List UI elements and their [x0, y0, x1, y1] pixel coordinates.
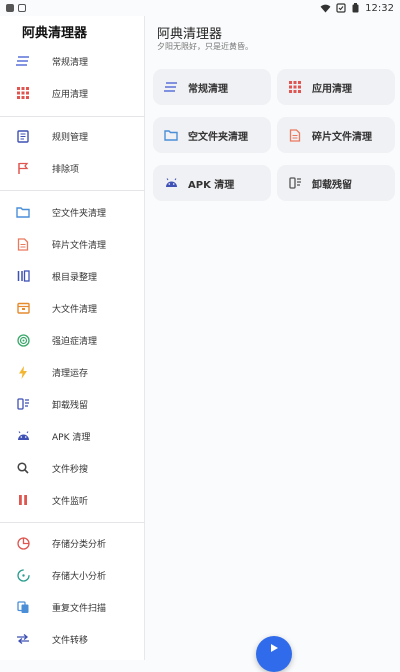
divider	[0, 116, 145, 117]
card-apk-clean[interactable]: APK 清理	[153, 165, 271, 201]
sidebar-item-label: 存储分类分析	[52, 539, 107, 550]
card-fragment-file-clean[interactable]: 碎片文件清理	[277, 117, 395, 153]
sidebar-item-label: 碎片文件清理	[52, 240, 107, 251]
bolt-icon	[16, 365, 30, 379]
flag-icon	[16, 161, 30, 175]
sidebar-item-storage-category-analysis[interactable]: 存储分类分析	[0, 528, 145, 558]
sidebar-item-large-file-clean[interactable]: 大文件清理	[0, 293, 145, 323]
lines-icon	[164, 80, 178, 94]
folder-icon	[164, 128, 178, 142]
card-regular-clean[interactable]: 常规清理	[153, 69, 271, 105]
sidebar-item-file-search[interactable]: 文件秒搜	[0, 453, 145, 483]
sidebar-item-file-monitor[interactable]: 文件监听	[0, 485, 145, 515]
copy-icon	[16, 600, 30, 614]
sidebar-item-uninstall-residue[interactable]: 卸载残留	[0, 389, 145, 419]
sidebar-item-regular-clean[interactable]: 常规清理	[0, 46, 145, 76]
uninstall-icon	[288, 176, 302, 190]
status-bar: 12:32	[0, 0, 400, 16]
columns-icon	[16, 269, 30, 283]
card-label: 碎片文件清理	[312, 131, 372, 143]
sidebar-item-ocd-clean[interactable]: 强迫症清理	[0, 325, 145, 355]
sidebar-item-rule-management[interactable]: 规则管理	[0, 121, 145, 151]
card-label: 卸载残留	[312, 179, 352, 191]
sidebar-item-label: 卸载残留	[52, 400, 89, 411]
pause-icon	[16, 493, 30, 507]
app-title: 阿典清理器	[22, 26, 88, 41]
sidebar-item-empty-folder-clean[interactable]: 空文件夹清理	[0, 197, 145, 227]
notification-icon	[6, 4, 14, 12]
start-fab-button[interactable]	[256, 636, 292, 672]
sidebar-item-label: 存储大小分析	[52, 571, 107, 582]
sidebar-item-label: 根目录整理	[52, 272, 98, 283]
lines-icon	[16, 54, 30, 68]
navigation-drawer: 阿典清理器 常规清理 应用清理 规则管理 排除项 空文件夹清理 碎片文件清理 根…	[0, 16, 145, 660]
card-label: 空文件夹清理	[188, 131, 248, 143]
document-icon	[288, 128, 302, 142]
wifi-icon	[320, 4, 331, 13]
sidebar-item-apk-clean[interactable]: APK 清理	[0, 421, 145, 451]
android-icon	[164, 176, 178, 190]
sidebar-item-label: APK 清理	[52, 432, 91, 443]
sidebar-item-file-transfer[interactable]: 文件转移	[0, 624, 145, 654]
sidebar-item-label: 空文件夹清理	[52, 208, 107, 219]
card-label: APK 清理	[188, 179, 235, 191]
sidebar-item-label: 重复文件扫描	[52, 603, 107, 614]
sidebar-item-fragment-file-clean[interactable]: 碎片文件清理	[0, 229, 145, 259]
sidebar-item-exclusions[interactable]: 排除项	[0, 153, 145, 183]
pie-icon	[16, 536, 30, 550]
document-icon	[16, 237, 30, 251]
uninstall-icon	[16, 397, 30, 411]
sidebar-item-storage-size-analysis[interactable]: 存储大小分析	[0, 560, 145, 590]
book-icon	[16, 129, 30, 143]
sidebar-item-label: 规则管理	[52, 132, 89, 143]
android-icon	[16, 429, 30, 443]
sidebar-item-label: 常规清理	[52, 57, 89, 68]
card-app-clean[interactable]: 应用清理	[277, 69, 395, 105]
transfer-icon	[16, 632, 30, 646]
grid-icon	[288, 80, 302, 94]
page-title: 阿典清理器	[157, 27, 223, 42]
card-uninstall-residue[interactable]: 卸载残留	[277, 165, 395, 201]
sidebar-item-root-organize[interactable]: 根目录整理	[0, 261, 145, 291]
sidebar-item-label: 文件秒搜	[52, 464, 89, 475]
gauge-icon	[16, 568, 30, 582]
divider	[0, 190, 145, 191]
sidebar-item-clean-memory[interactable]: 清理运存	[0, 357, 145, 387]
sidebar-item-label: 文件转移	[52, 635, 89, 646]
card-label: 常规清理	[188, 83, 228, 95]
play-icon	[271, 644, 278, 652]
sidebar-item-app-clean[interactable]: 应用清理	[0, 78, 145, 108]
sidebar-item-label: 大文件清理	[52, 304, 98, 315]
page-subtitle: 夕阳无限好，只是近黄昏。	[157, 42, 253, 51]
sidebar-item-label: 清理运存	[52, 368, 89, 379]
sidebar-item-label: 应用清理	[52, 89, 89, 100]
signal-icon	[352, 3, 359, 13]
clock: 12:32	[365, 2, 394, 14]
folder-icon	[16, 205, 30, 219]
sidebar-item-label: 文件监听	[52, 496, 89, 507]
notification-icon	[18, 4, 26, 12]
battery-icon	[336, 3, 346, 13]
sidebar-item-label: 排除项	[52, 164, 80, 175]
box-icon	[16, 301, 30, 315]
search-icon	[16, 461, 30, 475]
card-empty-folder-clean[interactable]: 空文件夹清理	[153, 117, 271, 153]
sidebar-item-duplicate-file-scan[interactable]: 重复文件扫描	[0, 592, 145, 622]
sidebar-item-label: 强迫症清理	[52, 336, 98, 347]
target-icon	[16, 333, 30, 347]
grid-icon	[16, 86, 30, 100]
card-label: 应用清理	[312, 83, 352, 95]
divider	[0, 522, 145, 523]
